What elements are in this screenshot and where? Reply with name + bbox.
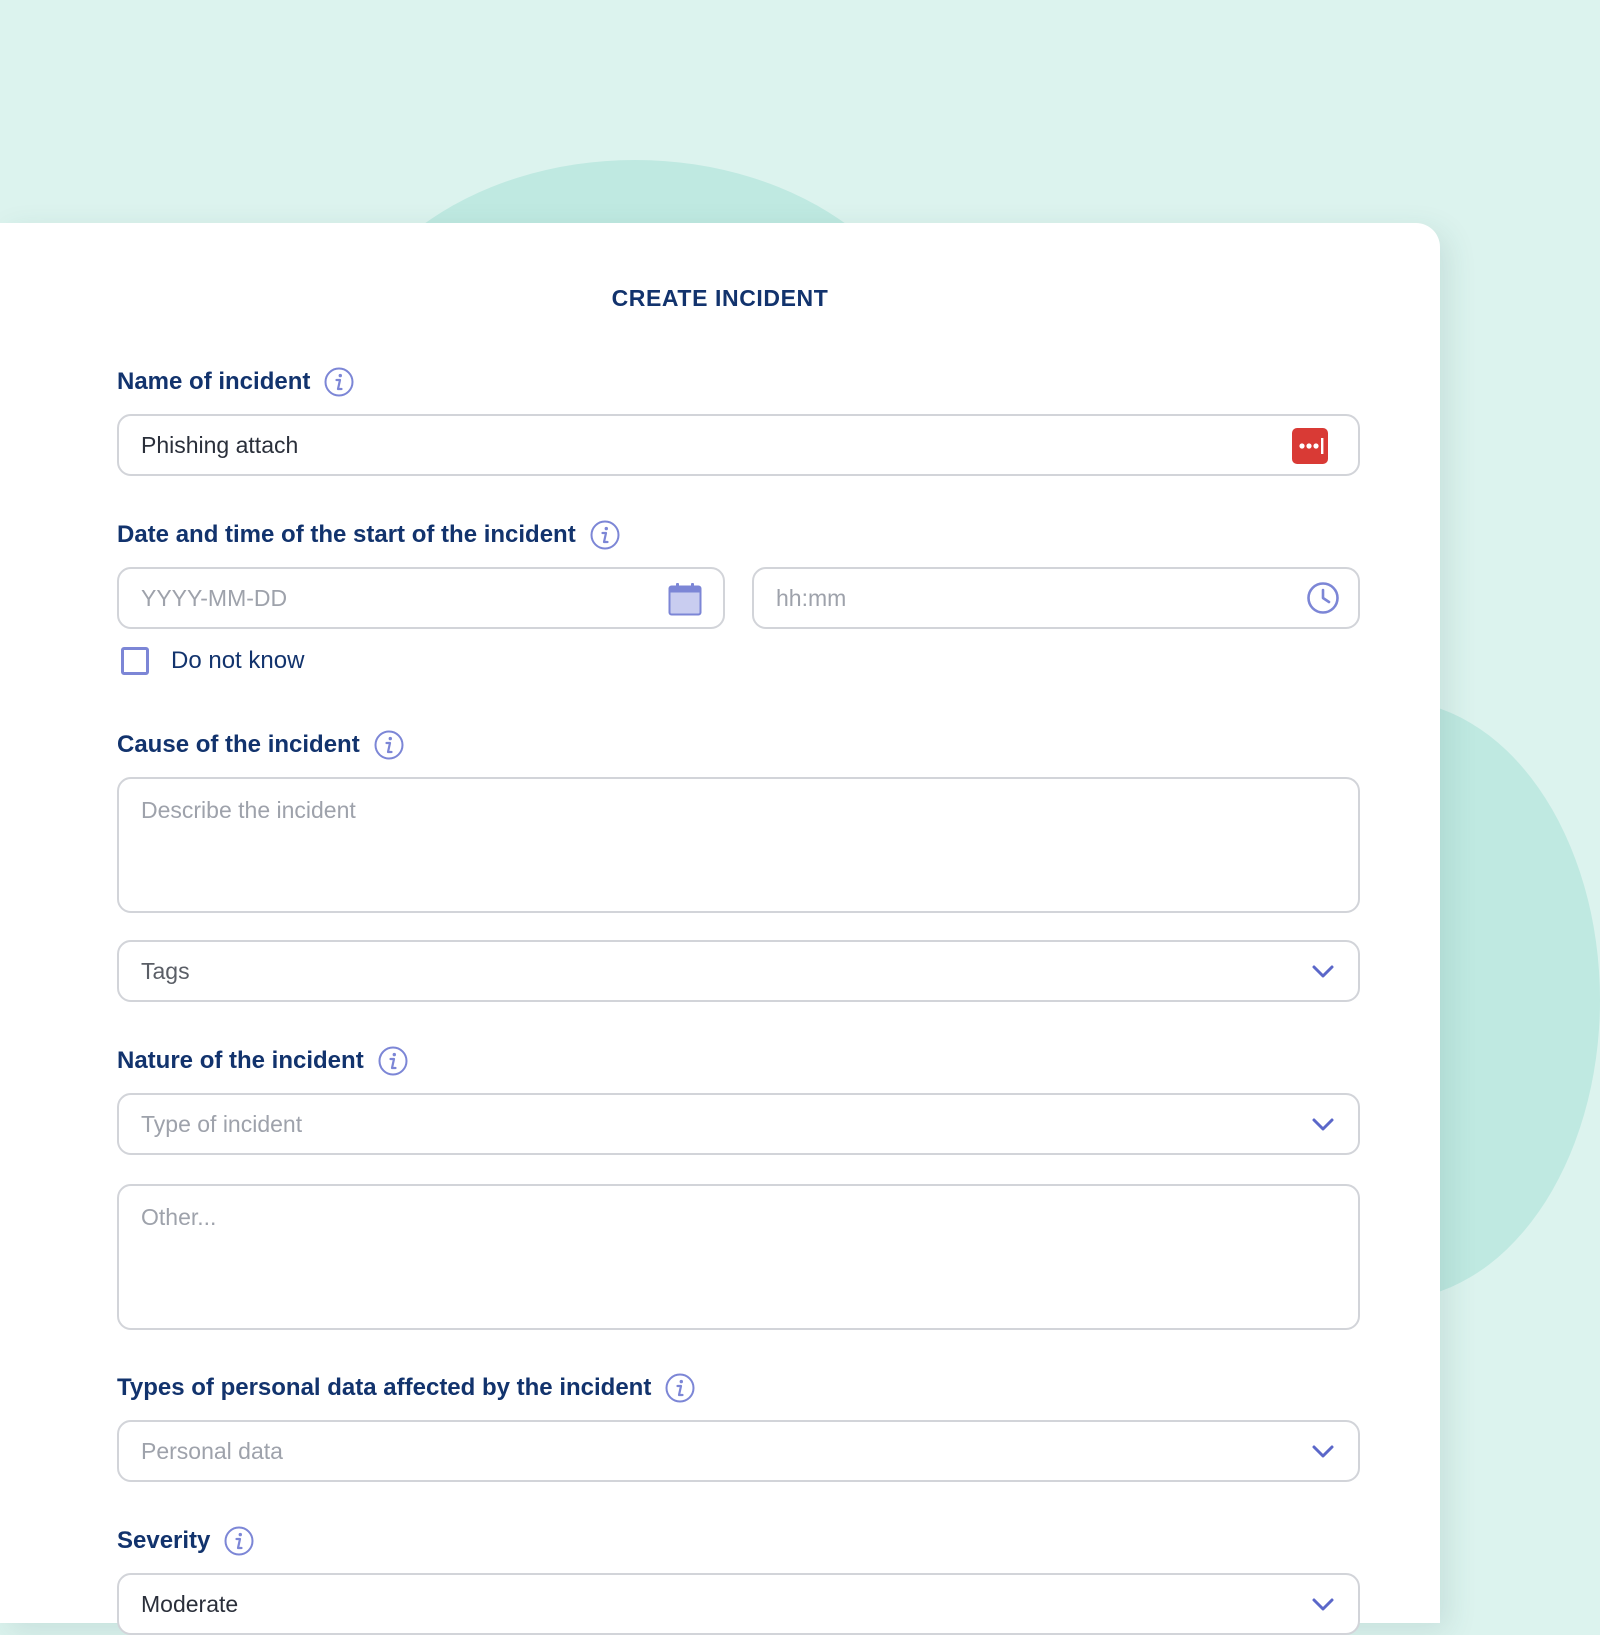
incident-name-input[interactable] bbox=[117, 414, 1360, 476]
cause-label-row: Cause of the incident bbox=[117, 728, 404, 762]
personal-data-select[interactable]: Personal data bbox=[117, 1420, 1360, 1482]
nature-label-row: Nature of the incident bbox=[117, 1044, 408, 1078]
severity-select[interactable]: Moderate bbox=[117, 1573, 1360, 1635]
info-icon[interactable] bbox=[665, 1373, 695, 1403]
severity-label-row: Severity bbox=[117, 1524, 254, 1558]
info-icon[interactable] bbox=[324, 367, 354, 397]
info-icon[interactable] bbox=[224, 1526, 254, 1556]
chevron-down-icon bbox=[1312, 1118, 1334, 1131]
do-not-know-checkbox[interactable] bbox=[121, 647, 149, 675]
do-not-know-option[interactable]: Do not know bbox=[121, 647, 304, 675]
page-title: CREATE INCIDENT bbox=[611, 285, 829, 311]
calendar-icon[interactable] bbox=[668, 582, 702, 616]
time-input[interactable] bbox=[752, 567, 1360, 629]
clock-icon[interactable] bbox=[1306, 581, 1340, 615]
chevron-down-icon bbox=[1312, 1598, 1334, 1611]
name-label: Name of incident bbox=[117, 368, 311, 395]
date-input[interactable] bbox=[117, 567, 725, 629]
info-icon[interactable] bbox=[590, 520, 620, 550]
datetime-label: Date and time of the start of the incide… bbox=[117, 521, 576, 548]
nature-label: Nature of the incident bbox=[117, 1047, 364, 1074]
info-icon[interactable] bbox=[374, 730, 404, 760]
do-not-know-label: Do not know bbox=[171, 647, 305, 674]
incident-type-select[interactable]: Type of incident bbox=[117, 1093, 1360, 1155]
create-incident-card: CREATE INCIDENT Name of incident Date an… bbox=[0, 223, 1440, 1635]
cause-label: Cause of the incident bbox=[117, 731, 360, 758]
severity-value: Moderate bbox=[141, 1590, 239, 1617]
name-label-row: Name of incident bbox=[117, 365, 354, 399]
chevron-down-icon bbox=[1312, 1445, 1334, 1458]
password-manager-icon[interactable] bbox=[1292, 428, 1328, 464]
severity-label: Severity bbox=[117, 1527, 211, 1554]
personal-data-label-row: Types of personal data affected by the i… bbox=[117, 1371, 695, 1405]
other-nature-textarea[interactable] bbox=[117, 1184, 1360, 1330]
incident-type-placeholder: Type of incident bbox=[141, 1110, 303, 1137]
info-icon[interactable] bbox=[378, 1046, 408, 1076]
cause-description-textarea[interactable] bbox=[117, 777, 1360, 913]
tags-select[interactable]: Tags bbox=[117, 940, 1360, 1002]
tags-select-placeholder: Tags bbox=[141, 957, 190, 984]
personal-data-label: Types of personal data affected by the i… bbox=[117, 1374, 652, 1401]
datetime-label-row: Date and time of the start of the incide… bbox=[117, 518, 620, 552]
personal-data-placeholder: Personal data bbox=[141, 1437, 283, 1464]
chevron-down-icon bbox=[1312, 965, 1334, 978]
